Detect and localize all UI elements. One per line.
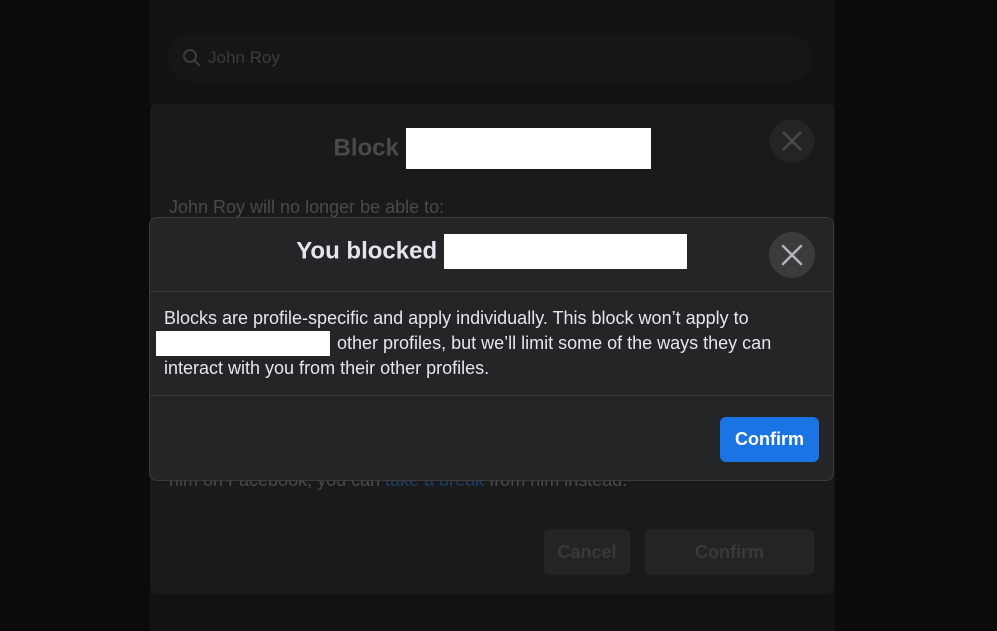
you-blocked-dialog: You blocked Blocks are profile-specific … (149, 217, 834, 481)
background-search-value: John Roy (208, 48, 280, 67)
background-search-field: John Roy (168, 34, 813, 82)
dialog-body-line-3: interact with you from their other profi… (164, 358, 490, 378)
search-icon (183, 49, 201, 67)
block-dialog-confirm-button: Confirm (645, 529, 814, 575)
dialog-title: You blocked (150, 234, 833, 269)
block-dialog-title-text: Block (333, 134, 399, 162)
dialog-body: Blocks are profile-specific and apply in… (156, 306, 804, 381)
dialog-header: You blocked (150, 218, 833, 292)
redacted-name (405, 128, 651, 169)
redacted-name (443, 234, 687, 269)
dialog-body-line-1: Blocks are profile-specific and apply in… (164, 308, 749, 328)
block-dialog-close-button (770, 119, 814, 163)
close-icon (782, 131, 802, 151)
close-button[interactable] (769, 232, 815, 278)
block-dialog-cancel-button: Cancel (544, 529, 630, 575)
redacted-name (156, 331, 330, 356)
dialog-title-text: You blocked (296, 237, 438, 265)
dialog-body-line-2-wrap: other profiles, but we’ll limit some of … (156, 331, 804, 356)
dialog-footer: Confirm (150, 395, 833, 480)
block-dialog-subtitle: John Roy will no longer be able to: (169, 197, 445, 217)
close-icon (781, 244, 803, 266)
dialog-body-line-2: other profiles, but we’ll limit some of … (337, 333, 772, 353)
confirm-button[interactable]: Confirm (720, 417, 819, 462)
block-dialog-title: Block (150, 128, 834, 169)
